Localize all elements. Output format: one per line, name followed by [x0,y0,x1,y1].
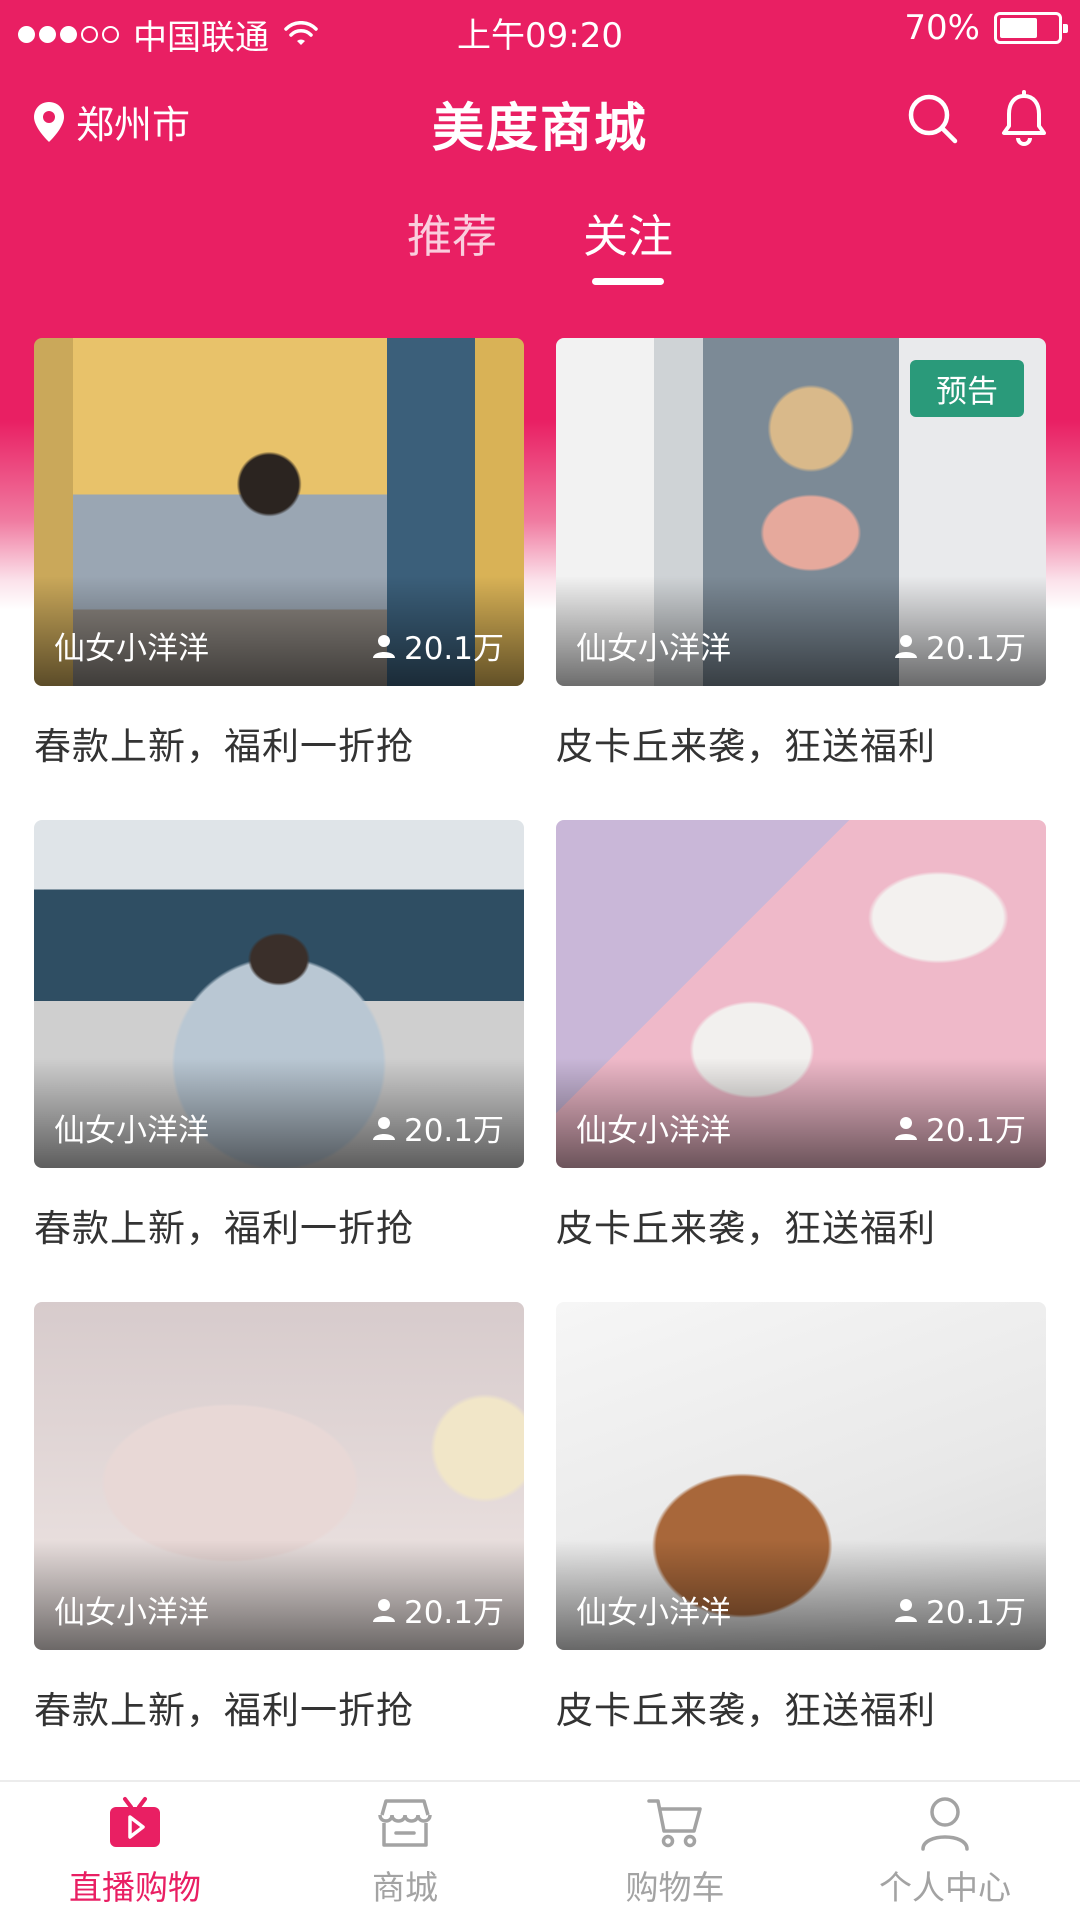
nav-item-profile[interactable]: 个人中心 [825,1793,1065,1909]
viewer-icon [372,1598,395,1622]
viewer-count: 20.1万 [894,1587,1026,1632]
header-actions [904,90,1052,146]
search-icon [908,94,958,144]
battery-icon [994,12,1068,44]
stream-title: 春款上新，福利一折抢 [34,725,414,768]
notification-button[interactable] [996,90,1052,146]
nav-label: 直播购物 [69,1868,201,1907]
stream-card[interactable]: 仙女小洋洋 20.1万 春款上新，福利一折抢 [34,820,524,1302]
status-bar: 中国联通 上午09:20 70% [0,0,1080,62]
live-stream-grid: 仙女小洋洋 20.1万 春款上新，福利一折抢 预告 仙女小洋洋 20.1万 皮卡… [34,338,1046,1784]
host-name: 仙女小洋洋 [576,1595,731,1631]
app-screen: 中国联通 上午09:20 70% 郑州市 美度商城 推荐 关注 仙女小洋洋 20… [0,0,1080,1920]
host-name: 仙女小洋洋 [54,1595,209,1631]
nav-item-live-shopping[interactable]: 直播购物 [15,1793,255,1909]
tab-recommend[interactable]: 推荐 [407,200,497,285]
live-tv-icon [105,1793,165,1853]
cart-icon [645,1793,705,1853]
stream-thumbnail[interactable]: 仙女小洋洋 20.1万 [34,1302,524,1650]
nav-item-cart[interactable]: 购物车 [555,1793,795,1909]
battery-level [1000,18,1038,38]
stream-title: 皮卡丘来袭，狂送福利 [556,1207,936,1250]
viewer-count-value: 20.1万 [403,631,504,667]
tab-following[interactable]: 关注 [583,200,673,285]
stream-thumbnail[interactable]: 仙女小洋洋 20.1万 [556,820,1046,1168]
viewer-count: 20.1万 [372,1587,504,1632]
stream-title: 皮卡丘来袭，狂送福利 [556,725,936,768]
battery-percent: 70% [904,8,980,48]
viewer-icon [894,634,917,658]
stream-thumbnail[interactable]: 仙女小洋洋 20.1万 [34,338,524,686]
viewer-count-value: 20.1万 [925,1595,1026,1631]
stream-card[interactable]: 仙女小洋洋 20.1万 皮卡丘来袭，狂送福利 [556,1302,1046,1784]
stream-card[interactable]: 仙女小洋洋 20.1万 春款上新，福利一折抢 [34,338,524,820]
feed-tabs: 推荐 关注 [0,200,1080,285]
stream-card[interactable]: 仙女小洋洋 20.1万 春款上新，福利一折抢 [34,1302,524,1784]
host-name: 仙女小洋洋 [576,631,731,667]
stream-card[interactable]: 仙女小洋洋 20.1万 皮卡丘来袭，狂送福利 [556,820,1046,1302]
viewer-icon [894,1116,917,1140]
viewer-count: 20.1万 [372,623,504,668]
bell-icon [1002,90,1046,146]
nav-item-store[interactable]: 商城 [285,1793,525,1909]
nav-label: 个人中心 [879,1868,1011,1907]
stream-title: 皮卡丘来袭，狂送福利 [556,1689,936,1732]
status-right: 70% [904,8,1068,48]
store-icon [375,1793,435,1853]
host-name: 仙女小洋洋 [576,1113,731,1149]
stream-thumbnail[interactable]: 仙女小洋洋 20.1万 [34,820,524,1168]
preview-badge: 预告 [910,360,1024,417]
viewer-count: 20.1万 [372,1105,504,1150]
viewer-count-value: 20.1万 [925,631,1026,667]
viewer-icon [372,634,395,658]
viewer-count: 20.1万 [894,623,1026,668]
host-name: 仙女小洋洋 [54,1113,209,1149]
nav-label: 商城 [372,1868,438,1907]
viewer-icon [894,1598,917,1622]
viewer-count: 20.1万 [894,1105,1026,1150]
host-name: 仙女小洋洋 [54,631,209,667]
viewer-icon [372,1116,395,1140]
stream-thumbnail[interactable]: 预告 仙女小洋洋 20.1万 [556,338,1046,686]
viewer-count-value: 20.1万 [403,1595,504,1631]
nav-label: 购物车 [625,1868,725,1907]
viewer-count-value: 20.1万 [925,1113,1026,1149]
bottom-nav: 直播购物 商城 购物车 个人中心 [0,1780,1080,1920]
stream-card[interactable]: 预告 仙女小洋洋 20.1万 皮卡丘来袭，狂送福利 [556,338,1046,820]
app-header: 郑州市 美度商城 [0,70,1080,180]
user-icon [915,1793,975,1853]
stream-title: 春款上新，福利一折抢 [34,1689,414,1732]
stream-title: 春款上新，福利一折抢 [34,1207,414,1250]
viewer-count-value: 20.1万 [403,1113,504,1149]
search-button[interactable] [904,90,960,146]
stream-thumbnail[interactable]: 仙女小洋洋 20.1万 [556,1302,1046,1650]
